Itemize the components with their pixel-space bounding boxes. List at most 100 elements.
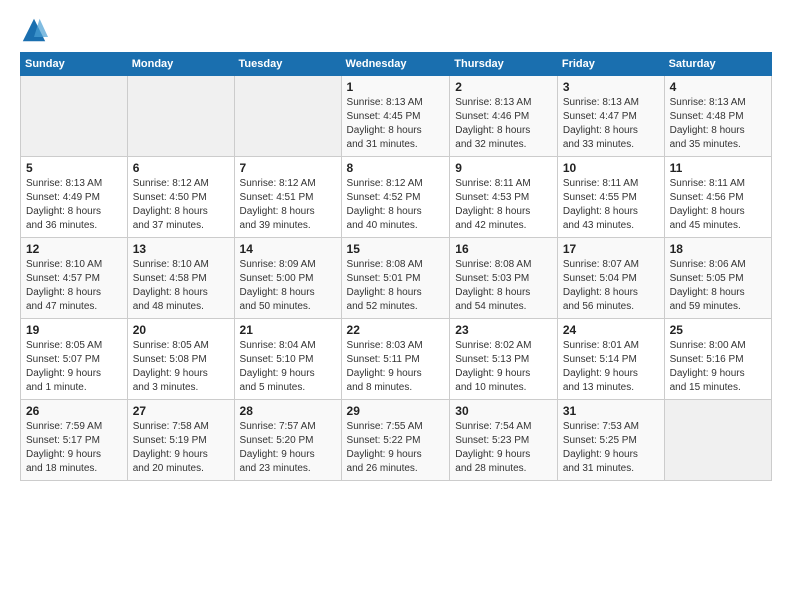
day-number: 10	[563, 161, 659, 175]
day-info: Sunrise: 8:13 AM Sunset: 4:48 PM Dayligh…	[670, 96, 766, 152]
day-cell: 31 Sunrise: 7:53 AM Sunset: 5:25 PM Dayli…	[557, 400, 664, 481]
day-cell: 25Sunrise: 8:00 AM Sunset: 5:16 PM Dayli…	[664, 319, 771, 400]
day-cell: 24 Sunrise: 8:01 AM Sunset: 5:14 PM Dayli…	[557, 319, 664, 400]
day-number: 31	[563, 404, 659, 418]
day-cell: 5 Sunrise: 8:13 AM Sunset: 4:49 PM Daylig…	[21, 157, 128, 238]
day-info: Sunrise: 7:58 AM Sunset: 5:19 PM Dayligh…	[133, 420, 229, 476]
week-row-2: 5 Sunrise: 8:13 AM Sunset: 4:49 PM Daylig…	[21, 157, 772, 238]
day-info: Sunrise: 8:08 AM Sunset: 5:03 PM Dayligh…	[455, 258, 552, 314]
day-number: 16	[455, 242, 552, 256]
day-info: Sunrise: 7:57 AM Sunset: 5:20 PM Dayligh…	[240, 420, 336, 476]
day-info: Sunrise: 8:07 AM Sunset: 5:04 PM Dayligh…	[563, 258, 659, 314]
day-number: 28	[240, 404, 336, 418]
day-cell: 3Sunrise: 8:13 AM Sunset: 4:47 PM Daylig…	[557, 76, 664, 157]
logo	[20, 16, 52, 44]
day-info: Sunrise: 8:00 AM Sunset: 5:16 PM Dayligh…	[670, 339, 766, 395]
day-number: 22	[347, 323, 445, 337]
day-info: Sunrise: 8:11 AM Sunset: 4:55 PM Dayligh…	[563, 177, 659, 233]
day-cell: 11 Sunrise: 8:11 AM Sunset: 4:56 PM Dayli…	[664, 157, 771, 238]
day-cell: 9 Sunrise: 8:11 AM Sunset: 4:53 PM Daylig…	[450, 157, 558, 238]
day-number: 1	[347, 80, 445, 94]
day-info: Sunrise: 8:12 AM Sunset: 4:51 PM Dayligh…	[240, 177, 336, 233]
day-cell: 30 Sunrise: 7:54 AM Sunset: 5:23 PM Dayli…	[450, 400, 558, 481]
week-row-4: 19 Sunrise: 8:05 AM Sunset: 5:07 PM Dayli…	[21, 319, 772, 400]
day-number: 20	[133, 323, 229, 337]
day-info: Sunrise: 8:13 AM Sunset: 4:47 PM Dayligh…	[563, 96, 659, 152]
day-info: Sunrise: 8:05 AM Sunset: 5:07 PM Dayligh…	[26, 339, 122, 395]
week-row-1: 1 Sunrise: 8:13 AM Sunset: 4:45 PM Daylig…	[21, 76, 772, 157]
day-info: Sunrise: 8:12 AM Sunset: 4:52 PM Dayligh…	[347, 177, 445, 233]
day-header-sunday: Sunday	[21, 53, 128, 76]
day-number: 2	[455, 80, 552, 94]
day-header-saturday: Saturday	[664, 53, 771, 76]
day-cell	[234, 76, 341, 157]
day-info: Sunrise: 7:53 AM Sunset: 5:25 PM Dayligh…	[563, 420, 659, 476]
day-info: Sunrise: 8:11 AM Sunset: 4:56 PM Dayligh…	[670, 177, 766, 233]
day-info: Sunrise: 8:13 AM Sunset: 4:45 PM Dayligh…	[347, 96, 445, 152]
day-cell: 1 Sunrise: 8:13 AM Sunset: 4:45 PM Daylig…	[341, 76, 450, 157]
day-number: 29	[347, 404, 445, 418]
day-cell: 17 Sunrise: 8:07 AM Sunset: 5:04 PM Dayli…	[557, 238, 664, 319]
day-number: 19	[26, 323, 122, 337]
day-info: Sunrise: 8:06 AM Sunset: 5:05 PM Dayligh…	[670, 258, 766, 314]
day-number: 21	[240, 323, 336, 337]
calendar-table: SundayMondayTuesdayWednesdayThursdayFrid…	[20, 52, 772, 481]
day-info: Sunrise: 8:05 AM Sunset: 5:08 PM Dayligh…	[133, 339, 229, 395]
day-number: 17	[563, 242, 659, 256]
day-info: Sunrise: 8:12 AM Sunset: 4:50 PM Dayligh…	[133, 177, 229, 233]
days-header-row: SundayMondayTuesdayWednesdayThursdayFrid…	[21, 53, 772, 76]
day-cell: 2 Sunrise: 8:13 AM Sunset: 4:46 PM Daylig…	[450, 76, 558, 157]
day-info: Sunrise: 8:11 AM Sunset: 4:53 PM Dayligh…	[455, 177, 552, 233]
day-number: 24	[563, 323, 659, 337]
day-number: 7	[240, 161, 336, 175]
day-cell	[664, 400, 771, 481]
day-info: Sunrise: 8:10 AM Sunset: 4:58 PM Dayligh…	[133, 258, 229, 314]
day-cell: 28 Sunrise: 7:57 AM Sunset: 5:20 PM Dayli…	[234, 400, 341, 481]
day-header-friday: Friday	[557, 53, 664, 76]
day-cell	[21, 76, 128, 157]
day-cell	[127, 76, 234, 157]
day-info: Sunrise: 8:13 AM Sunset: 4:49 PM Dayligh…	[26, 177, 122, 233]
day-number: 30	[455, 404, 552, 418]
day-cell: 8 Sunrise: 8:12 AM Sunset: 4:52 PM Daylig…	[341, 157, 450, 238]
day-number: 18	[670, 242, 766, 256]
day-number: 11	[670, 161, 766, 175]
day-info: Sunrise: 7:54 AM Sunset: 5:23 PM Dayligh…	[455, 420, 552, 476]
day-cell: 10 Sunrise: 8:11 AM Sunset: 4:55 PM Dayli…	[557, 157, 664, 238]
day-info: Sunrise: 7:59 AM Sunset: 5:17 PM Dayligh…	[26, 420, 122, 476]
day-cell: 6 Sunrise: 8:12 AM Sunset: 4:50 PM Daylig…	[127, 157, 234, 238]
day-info: Sunrise: 8:13 AM Sunset: 4:46 PM Dayligh…	[455, 96, 552, 152]
day-number: 5	[26, 161, 122, 175]
day-number: 6	[133, 161, 229, 175]
day-info: Sunrise: 8:04 AM Sunset: 5:10 PM Dayligh…	[240, 339, 336, 395]
day-number: 9	[455, 161, 552, 175]
day-header-tuesday: Tuesday	[234, 53, 341, 76]
day-header-monday: Monday	[127, 53, 234, 76]
logo-icon	[20, 16, 48, 44]
week-row-3: 12Sunrise: 8:10 AM Sunset: 4:57 PM Dayli…	[21, 238, 772, 319]
day-number: 8	[347, 161, 445, 175]
day-number: 23	[455, 323, 552, 337]
day-cell: 22 Sunrise: 8:03 AM Sunset: 5:11 PM Dayli…	[341, 319, 450, 400]
day-info: Sunrise: 8:01 AM Sunset: 5:14 PM Dayligh…	[563, 339, 659, 395]
day-header-wednesday: Wednesday	[341, 53, 450, 76]
day-info: Sunrise: 8:03 AM Sunset: 5:11 PM Dayligh…	[347, 339, 445, 395]
day-cell: 14 Sunrise: 8:09 AM Sunset: 5:00 PM Dayli…	[234, 238, 341, 319]
week-row-5: 26 Sunrise: 7:59 AM Sunset: 5:17 PM Dayli…	[21, 400, 772, 481]
day-header-thursday: Thursday	[450, 53, 558, 76]
day-cell: 23 Sunrise: 8:02 AM Sunset: 5:13 PM Dayli…	[450, 319, 558, 400]
day-cell: 7 Sunrise: 8:12 AM Sunset: 4:51 PM Daylig…	[234, 157, 341, 238]
day-cell: 19 Sunrise: 8:05 AM Sunset: 5:07 PM Dayli…	[21, 319, 128, 400]
day-number: 14	[240, 242, 336, 256]
day-number: 26	[26, 404, 122, 418]
day-cell: 16 Sunrise: 8:08 AM Sunset: 5:03 PM Dayli…	[450, 238, 558, 319]
day-cell: 13Sunrise: 8:10 AM Sunset: 4:58 PM Dayli…	[127, 238, 234, 319]
day-cell: 18 Sunrise: 8:06 AM Sunset: 5:05 PM Dayli…	[664, 238, 771, 319]
day-cell: 29Sunrise: 7:55 AM Sunset: 5:22 PM Dayli…	[341, 400, 450, 481]
day-info: Sunrise: 8:02 AM Sunset: 5:13 PM Dayligh…	[455, 339, 552, 395]
day-info: Sunrise: 8:09 AM Sunset: 5:00 PM Dayligh…	[240, 258, 336, 314]
day-number: 15	[347, 242, 445, 256]
day-cell: 12Sunrise: 8:10 AM Sunset: 4:57 PM Dayli…	[21, 238, 128, 319]
day-cell: 27 Sunrise: 7:58 AM Sunset: 5:19 PM Dayli…	[127, 400, 234, 481]
day-number: 27	[133, 404, 229, 418]
